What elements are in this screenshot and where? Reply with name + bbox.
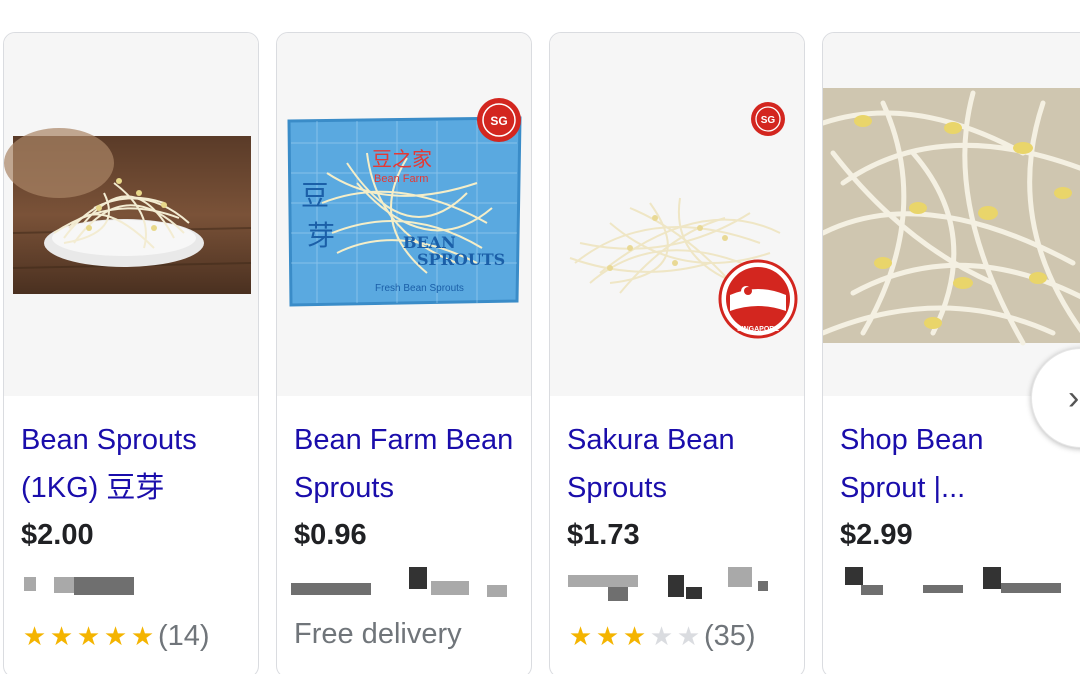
blurred-seller-name [4, 567, 258, 603]
product-price: $2.99 [840, 519, 913, 551]
rating-count: (35) [704, 619, 756, 652]
product-image[interactable]: SG SINGAPORE [550, 33, 804, 396]
product-image[interactable] [4, 33, 258, 396]
product-price: $0.96 [294, 519, 367, 551]
product-card[interactable]: 豆之家 Bean Farm 豆 芽 BEAN SPROUTS Fresh Bea… [276, 32, 532, 674]
star-icon: ★ [49, 621, 74, 651]
product-title-link[interactable]: Bean Sprouts (1KG) 豆芽 [21, 416, 247, 512]
blurred-seller-name [277, 567, 531, 603]
product-card[interactable]: Bean Sprouts (1KG) 豆芽 $2.00 ★ ★ ★ ★ ★ (1… [3, 32, 259, 674]
product-card[interactable]: Shop Bean Sprout |... $2.99 [822, 32, 1080, 674]
sakura-bean-sprouts-photo: SG SINGAPORE [569, 102, 798, 339]
product-title-link[interactable]: Shop Bean Sprout |... [840, 416, 1066, 512]
rating-count: (14) [158, 619, 210, 652]
star-icon: ★ [22, 621, 47, 651]
star-icon: ★ [568, 621, 593, 651]
blurred-seller-name [823, 567, 1080, 603]
svg-text:芽: 芽 [307, 219, 335, 252]
svg-text:Bean Farm: Bean Farm [374, 173, 428, 185]
svg-text:豆之家: 豆之家 [372, 147, 432, 171]
svg-text:SINGAPORE: SINGAPORE [737, 326, 779, 333]
product-image[interactable] [823, 33, 1080, 396]
star-rating[interactable]: ★ ★ ★ ★ ★ (35) [567, 619, 756, 653]
star-icon: ★ [676, 621, 701, 651]
blurred-seller-name [550, 567, 804, 603]
delivery-info: Free delivery [294, 618, 462, 650]
product-price: $2.00 [21, 519, 94, 551]
star-icon: ★ [622, 621, 647, 651]
product-title-link[interactable]: Sakura Bean Sprouts [567, 416, 793, 512]
chevron-right-icon: › [1068, 379, 1080, 417]
product-image[interactable]: 豆之家 Bean Farm 豆 芽 BEAN SPROUTS Fresh Bea… [277, 33, 531, 396]
product-card[interactable]: SG SINGAPORE Sakura Bean Sprouts $1.73 ★… [549, 32, 805, 674]
svg-text:SG: SG [490, 114, 507, 128]
star-icon: ★ [130, 621, 155, 651]
svg-text:SPROUTS: SPROUTS [417, 250, 505, 269]
star-icon: ★ [649, 621, 674, 651]
bean-farm-package-photo: 豆之家 Bean Farm 豆 芽 BEAN SPROUTS Fresh Bea… [287, 98, 522, 307]
star-rating[interactable]: ★ ★ ★ ★ ★ (14) [21, 619, 210, 653]
star-icon: ★ [76, 621, 101, 651]
svg-text:豆: 豆 [301, 179, 329, 212]
svg-text:SG: SG [761, 115, 776, 126]
bean-sprouts-plate-photo [4, 128, 252, 294]
svg-text:Fresh Bean Sprouts: Fresh Bean Sprouts [375, 283, 464, 294]
bean-sprouts-closeup-photo [823, 88, 1080, 346]
product-price: $1.73 [567, 519, 640, 551]
product-title-link[interactable]: Bean Farm Bean Sprouts [294, 416, 520, 512]
star-icon: ★ [103, 621, 128, 651]
star-icon: ★ [595, 621, 620, 651]
